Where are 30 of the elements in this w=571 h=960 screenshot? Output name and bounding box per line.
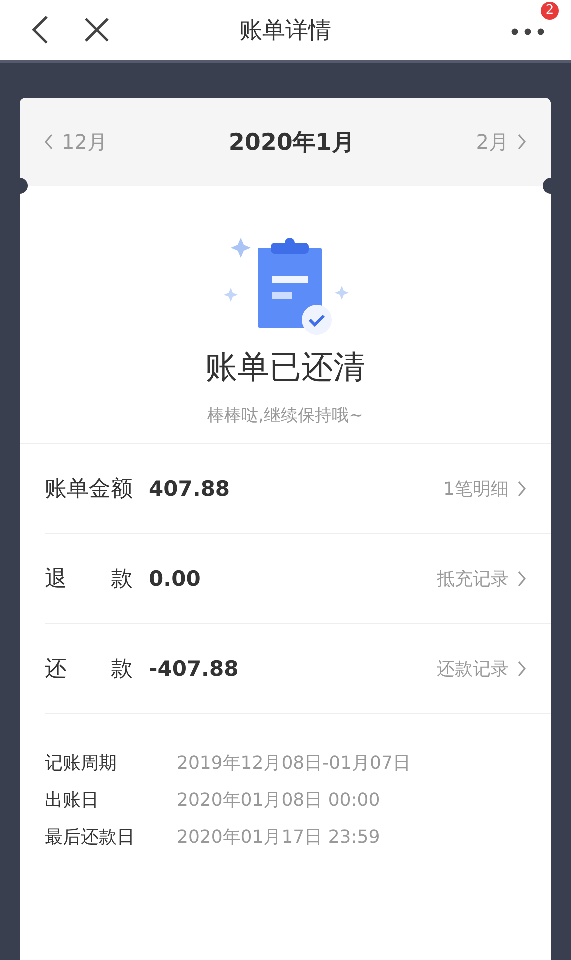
row-label: 退 款 (45, 566, 133, 594)
page-title: 账单详情 (240, 16, 332, 46)
detail-value: 2020年01月08日 00:00 (177, 788, 380, 812)
row-label: 还 款 (45, 656, 133, 684)
close-icon[interactable] (84, 17, 110, 43)
chevron-right-icon (517, 134, 527, 150)
detail-label: 最后还款日 (45, 826, 136, 848)
current-month: 2020年1月 (228, 128, 355, 158)
row-label: 账单金额 (45, 476, 133, 504)
amount: 0.00 (149, 566, 202, 590)
detail-value: 2020年01月17日 23:59 (177, 826, 380, 848)
chevron-right-icon (517, 480, 527, 496)
more-icon (511, 28, 545, 36)
record-link[interactable]: 抵充记录 (437, 566, 527, 590)
amount: 407.88 (149, 476, 232, 500)
back-icon[interactable] (30, 15, 50, 45)
detail-label: 记账周期 (45, 752, 118, 774)
chevron-right-icon (517, 660, 527, 676)
next-month-link[interactable]: 2月 (476, 128, 527, 156)
record-link[interactable]: 1笔明细 (444, 476, 527, 500)
status-subtitle: 棒棒哒,继续保持哦~ (208, 405, 364, 427)
chevron-left-icon (44, 134, 54, 150)
chevron-right-icon (517, 570, 527, 586)
previous-month-link[interactable]: 12月 (44, 128, 108, 156)
detail-value: 2019年12月08日-01月07日 (177, 752, 411, 774)
status-title: 账单已还清 (206, 347, 366, 388)
notification-badge: 2 (541, 2, 559, 20)
detail-label: 出账日 (45, 788, 100, 812)
record-link[interactable]: 还款记录 (437, 656, 527, 680)
amount: -407.88 (149, 656, 240, 680)
